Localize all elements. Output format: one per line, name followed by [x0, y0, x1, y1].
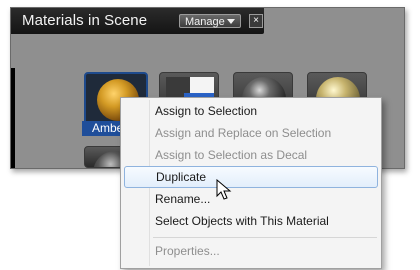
menu-item-label: Assign to Selection: [155, 104, 258, 118]
material-context-menu: Assign to Selection Assign and Replace o…: [120, 97, 382, 269]
close-button[interactable]: ×: [249, 14, 263, 28]
manage-label: Manage: [185, 16, 225, 28]
menu-item-assign-as-decal[interactable]: Assign to Selection as Decal: [121, 144, 381, 166]
menu-item-label: Assign and Replace on Selection: [155, 126, 332, 140]
menu-item-properties[interactable]: Properties...: [121, 240, 381, 262]
panel-titlebar[interactable]: Materials in Scene Manage ×: [11, 8, 264, 34]
menu-item-label: Rename...: [155, 192, 211, 206]
menu-item-rename[interactable]: Rename...: [121, 188, 381, 210]
menu-item-assign-to-selection[interactable]: Assign to Selection: [121, 100, 381, 122]
menu-item-label: Properties...: [155, 244, 220, 258]
menu-item-assign-and-replace[interactable]: Assign and Replace on Selection: [121, 122, 381, 144]
menu-item-duplicate[interactable]: Duplicate: [124, 166, 378, 188]
screenshot-stage: Materials in Scene Manage × Amber Assign: [0, 0, 420, 270]
panel-left-edge-bar: [11, 68, 15, 168]
mouse-cursor-icon: [216, 179, 232, 200]
menu-item-select-objects[interactable]: Select Objects with This Material: [121, 210, 381, 232]
panel-title: Materials in Scene: [22, 12, 148, 29]
close-icon: ×: [253, 15, 259, 26]
menu-item-label: Assign to Selection as Decal: [155, 148, 308, 162]
menu-item-label: Duplicate: [156, 170, 207, 184]
menu-item-label: Select Objects with This Material: [155, 214, 329, 228]
menu-separator: [153, 237, 377, 238]
manage-dropdown-button[interactable]: Manage: [179, 14, 241, 28]
dropdown-arrow-icon: [227, 19, 235, 24]
